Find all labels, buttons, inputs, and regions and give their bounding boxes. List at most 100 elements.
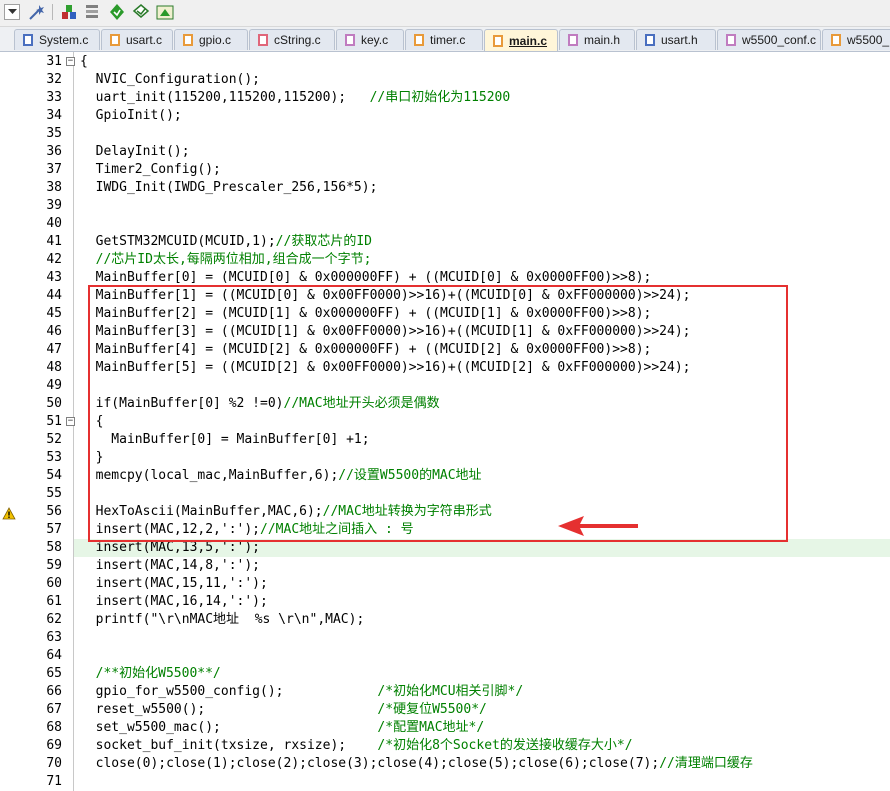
code-line[interactable]: 69 socket_buf_init(txsize, rxsize); /*初始… xyxy=(0,737,890,755)
download-icon[interactable] xyxy=(108,3,126,21)
file-icon xyxy=(568,34,578,46)
line-number: 56 xyxy=(46,504,62,519)
code-line[interactable]: 63 xyxy=(0,629,890,647)
code-text: { xyxy=(80,53,88,71)
file-tab-bar: System.c usart.c gpio.c cString.c key.c … xyxy=(0,27,890,52)
line-number: 36 xyxy=(46,144,62,159)
tab-usart-c[interactable]: usart.c xyxy=(101,29,173,50)
code-line[interactable]: 41 GetSTM32MCUID(MCUID,1);//获取芯片的ID xyxy=(0,233,890,251)
code-statement: insert(MAC,15,11,':'); xyxy=(80,576,268,591)
code-text: insert(MAC,14,8,':'); xyxy=(80,557,260,575)
line-number: 59 xyxy=(46,558,62,573)
line-number: 41 xyxy=(46,234,62,249)
wizard-icon[interactable] xyxy=(28,3,46,21)
dropdown-icon[interactable] xyxy=(4,4,20,20)
tab-main-h[interactable]: main.h xyxy=(559,29,635,50)
line-number: 47 xyxy=(46,342,62,357)
line-number: 68 xyxy=(46,720,62,735)
tab-timer-c[interactable]: timer.c xyxy=(405,29,483,50)
line-number: 57 xyxy=(46,522,62,537)
tab-cstring-c[interactable]: cString.c xyxy=(249,29,335,50)
line-number: 44 xyxy=(46,288,62,303)
code-statement: GpioInit(); xyxy=(80,108,182,123)
code-statement: insert(MAC,16,14,':'); xyxy=(80,594,268,609)
line-number: 48 xyxy=(46,360,62,375)
line-number: 37 xyxy=(46,162,62,177)
code-text: GpioInit(); xyxy=(80,107,182,125)
debug-icon[interactable] xyxy=(132,3,150,21)
code-line[interactable]: 71 xyxy=(0,773,890,791)
file-icon xyxy=(645,34,655,46)
code-line[interactable]: 61 insert(MAC,16,14,':'); xyxy=(0,593,890,611)
code-text: insert(MAC,16,14,':'); xyxy=(80,593,268,611)
code-editor[interactable]: 31−{32 NVIC_Configuration(); 33 uart_init… xyxy=(0,52,890,791)
line-number: 63 xyxy=(46,630,62,645)
code-line[interactable]: 34 GpioInit(); xyxy=(0,107,890,125)
line-number: 69 xyxy=(46,738,62,753)
tab-w5500-c[interactable]: w5500_ xyxy=(822,29,890,50)
code-line[interactable]: 39 xyxy=(0,197,890,215)
line-number: 46 xyxy=(46,324,62,339)
tab-main-c[interactable]: main.c xyxy=(484,29,558,51)
file-icon xyxy=(831,34,841,46)
fold-toggle-icon[interactable]: − xyxy=(66,417,75,426)
code-line[interactable]: 67 reset_w5500(); /*硬复位W5500*/ xyxy=(0,701,890,719)
code-text: gpio_for_w5500_config(); /*初始化MCU相关引脚*/ xyxy=(80,683,524,701)
code-line[interactable]: 42 //芯片ID太长,每隔两位相加,组合成一个字节; xyxy=(0,251,890,269)
build-target-icon[interactable] xyxy=(60,3,78,21)
code-text: NVIC_Configuration(); xyxy=(80,71,260,89)
code-line[interactable]: 31−{ xyxy=(0,53,890,71)
code-line[interactable]: 59 insert(MAC,14,8,':'); xyxy=(0,557,890,575)
tab-w5500-conf-c[interactable]: w5500_conf.c xyxy=(717,29,821,50)
code-text: socket_buf_init(txsize, rxsize); /*初始化8个… xyxy=(80,737,633,755)
code-line[interactable]: 35 xyxy=(0,125,890,143)
code-statement: insert(MAC,14,8,':'); xyxy=(80,558,261,573)
code-comment: //清理端口缓存 xyxy=(659,756,753,771)
code-statement: Timer2_Config(); xyxy=(80,162,221,177)
code-statement: socket_buf_init(txsize, rxsize); xyxy=(80,738,378,753)
code-line[interactable]: 32 NVIC_Configuration(); xyxy=(0,71,890,89)
tab-key-c[interactable]: key.c xyxy=(336,29,404,50)
file-icon xyxy=(183,34,193,46)
line-number: 33 xyxy=(46,90,62,105)
code-line[interactable]: 62 printf("\r\nMAC地址 %s \r\n",MAC); xyxy=(0,611,890,629)
tab-usart-h[interactable]: usart.h xyxy=(636,29,716,50)
tab-gpio-c[interactable]: gpio.c xyxy=(174,29,248,50)
code-line[interactable]: 60 insert(MAC,15,11,':'); xyxy=(0,575,890,593)
code-text: /**初始化W5500**/ xyxy=(80,665,221,683)
code-line[interactable]: 66 gpio_for_w5500_config(); /*初始化MCU相关引脚… xyxy=(0,683,890,701)
code-line[interactable]: 40 xyxy=(0,215,890,233)
batch-build-icon[interactable] xyxy=(84,3,102,21)
code-line[interactable]: 33 uart_init(115200,115200,115200); //串口… xyxy=(0,89,890,107)
code-text: Timer2_Config(); xyxy=(80,161,221,179)
line-number: 66 xyxy=(46,684,62,699)
tab-system-c[interactable]: System.c xyxy=(14,29,100,50)
line-number: 39 xyxy=(46,198,62,213)
code-statement xyxy=(80,666,96,681)
code-line[interactable]: 70 close(0);close(1);close(2);close(3);c… xyxy=(0,755,890,773)
code-line[interactable]: 37 Timer2_Config(); xyxy=(0,161,890,179)
line-number: 38 xyxy=(46,180,62,195)
line-number: 49 xyxy=(46,378,62,393)
code-line[interactable]: 68 set_w5500_mac(); /*配置MAC地址*/ xyxy=(0,719,890,737)
code-line[interactable]: 65 /**初始化W5500**/ xyxy=(0,665,890,683)
file-icon xyxy=(258,34,268,46)
code-statement: insert(MAC,13,5,':'); xyxy=(80,540,261,555)
code-statement: NVIC_Configuration(); xyxy=(80,72,261,87)
file-icon xyxy=(414,34,424,46)
code-line[interactable]: 36 DelayInit(); xyxy=(0,143,890,161)
code-line[interactable]: 38 IWDG_Init(IWDG_Prescaler_256,156*5); xyxy=(0,179,890,197)
code-statement: MainBuffer[0] = (MCUID[0] & 0x000000FF) … xyxy=(80,270,652,285)
code-text: DelayInit(); xyxy=(80,143,190,161)
code-text: //芯片ID太长,每隔两位相加,组合成一个字节; xyxy=(80,251,372,269)
code-comment: //获取芯片的ID xyxy=(275,234,372,249)
code-statement: reset_w5500(); xyxy=(80,702,378,717)
file-icon xyxy=(110,34,120,46)
load-icon[interactable] xyxy=(156,3,174,21)
code-line[interactable]: 64 xyxy=(0,647,890,665)
line-number: 50 xyxy=(46,396,62,411)
line-number: 54 xyxy=(46,468,62,483)
annotation-highlight-box xyxy=(88,285,788,542)
fold-toggle-icon[interactable]: − xyxy=(66,57,75,66)
code-comment: /**初始化W5500**/ xyxy=(95,666,221,681)
